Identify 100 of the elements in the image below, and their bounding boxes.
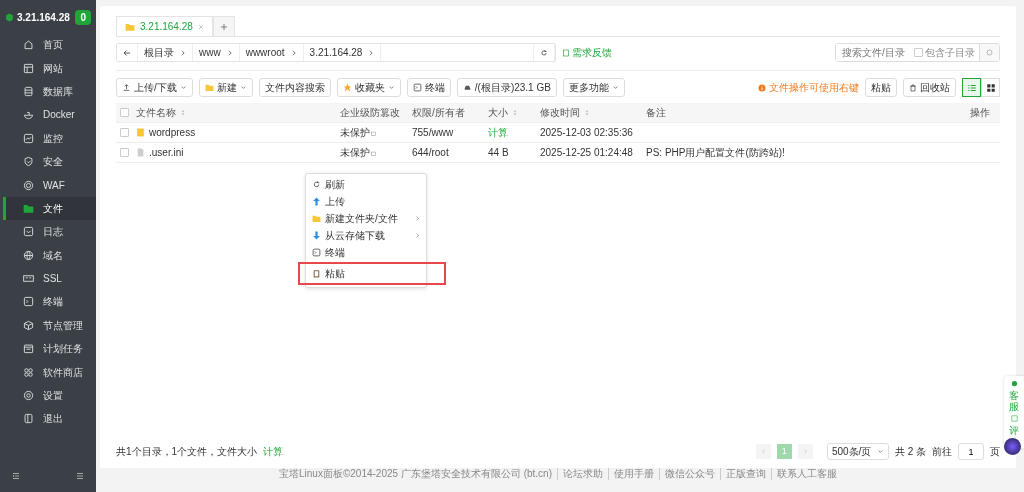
sidebar-item[interactable]: 节点管理 <box>3 313 96 338</box>
menu-item[interactable]: 新建文件夹/文件 <box>306 210 426 227</box>
toolbar-button[interactable]: 粘贴 <box>865 78 897 97</box>
protect-status[interactable]: 未保护 <box>340 125 370 140</box>
row-checkbox[interactable] <box>119 148 129 157</box>
row-checkbox[interactable] <box>119 128 129 137</box>
sidebar-item[interactable]: SSL <box>3 266 96 291</box>
sidebar-item[interactable]: 计划任务 <box>3 337 96 361</box>
caret-icon <box>239 84 247 91</box>
chevron-icon <box>180 49 186 56</box>
toolbar-button[interactable]: /(根目录)23.1 GB <box>456 78 557 97</box>
firewall-icon <box>23 179 34 191</box>
sidebar-item[interactable]: 设置 <box>3 383 96 408</box>
column-header[interactable]: 权限/所有者 <box>412 105 465 120</box>
caret-icon <box>179 84 187 91</box>
sidebar-item[interactable]: Docker <box>3 103 96 127</box>
toolbar-button[interactable]: 文件内容搜索 <box>258 78 331 97</box>
globe-icon <box>23 249 34 261</box>
permission-cell[interactable]: 644/root <box>412 147 449 158</box>
search-field[interactable]: 搜索文件/目录 包含子目录 <box>835 43 1000 62</box>
settings-icon <box>23 390 34 402</box>
column-header[interactable]: 文件名称 <box>136 105 186 120</box>
modified-time: 2025-12-03 02:35:36 <box>540 127 633 138</box>
modified-time: 2025-12-25 01:24:48 <box>540 147 633 158</box>
apps-icon <box>23 366 34 378</box>
shield-icon <box>23 156 34 168</box>
up-arrow-icon <box>312 197 321 206</box>
breadcrumb-link[interactable]: www <box>199 45 221 60</box>
page-size-select[interactable]: 500条/页 <box>826 443 889 460</box>
menu-item[interactable]: 终端 <box>306 244 426 261</box>
select-all-checkbox[interactable] <box>119 108 129 117</box>
list-view-icon <box>966 82 977 93</box>
chevron-right-icon <box>415 233 420 238</box>
file-name[interactable]: .user.ini <box>149 145 184 160</box>
sort-icon <box>180 109 186 116</box>
sidebar-item[interactable]: 数据库 <box>3 79 96 104</box>
column-header[interactable]: 备注 <box>646 105 666 120</box>
sidebar-item[interactable]: 软件商店 <box>3 360 96 384</box>
browser-window-icon <box>23 62 34 74</box>
sidebar-item[interactable]: 退出 <box>3 407 96 431</box>
info-icon <box>758 83 766 92</box>
breadcrumb-link[interactable]: wwwroot <box>245 45 285 60</box>
sidebar-item[interactable]: 网站 <box>3 56 96 80</box>
toolbar-button[interactable]: 终端 <box>406 78 451 97</box>
toolbar-button[interactable]: 更多功能 <box>562 78 625 97</box>
file-icon <box>136 147 145 158</box>
toolbar-button[interactable]: 回收站 <box>903 78 956 97</box>
toolbar-button[interactable]: 新建 <box>198 78 253 97</box>
column-header[interactable]: 企业级防篡改 <box>340 105 400 120</box>
file-name[interactable]: wordpress <box>149 125 196 140</box>
certificate-icon <box>23 273 34 285</box>
database-icon <box>23 85 34 97</box>
chevron-right-icon <box>415 216 420 221</box>
sidebar-item[interactable]: 文件 <box>3 196 96 221</box>
path-bar[interactable]: 根目录 www wwwroot 3.21.164.28 <box>116 43 556 62</box>
sidebar-item[interactable]: WAF <box>3 173 96 197</box>
add-tab-button[interactable] <box>212 16 235 36</box>
chevron-right-icon <box>802 449 808 454</box>
page-input[interactable]: 1 <box>958 443 984 460</box>
menu-item[interactable]: 刷新 <box>306 176 426 193</box>
sidebar-item[interactable]: 域名 <box>3 243 96 267</box>
sidebar-item[interactable]: 首页 <box>3 33 96 57</box>
summary-text: 共1个目录，1个文件，文件大小 <box>116 445 258 459</box>
caret-icon <box>611 84 619 91</box>
back-arrow-icon <box>123 48 131 57</box>
breadcrumb-link[interactable]: 根目录 <box>144 45 174 60</box>
caret-icon <box>387 84 395 91</box>
prev-page-button[interactable] <box>755 444 771 459</box>
folder-icon <box>312 214 321 223</box>
menu-item[interactable]: 从云存储下载 <box>306 227 426 244</box>
next-page-button[interactable] <box>797 444 813 459</box>
terminal-icon <box>312 248 321 257</box>
lock-icon <box>370 149 377 156</box>
toolbar-button[interactable]: 收藏夹 <box>336 78 401 97</box>
permission-cell[interactable]: 755/www <box>412 127 454 138</box>
menu-item[interactable]: 粘贴 <box>298 262 446 285</box>
cube-logo-icon <box>5 12 14 23</box>
menu-icon <box>76 472 84 480</box>
trash-icon <box>909 83 917 92</box>
toolbar-button[interactable]: 上传/下载 <box>116 78 193 97</box>
sidebar-item[interactable]: 监控 <box>3 126 96 150</box>
sidebar-item[interactable]: 日志 <box>3 220 96 244</box>
menu-item[interactable]: 上传 <box>306 193 426 210</box>
breadcrumb-link[interactable]: 3.21.164.28 <box>309 45 363 60</box>
view-toggle[interactable] <box>962 78 981 97</box>
column-header[interactable]: 操作 <box>970 105 990 120</box>
column-header[interactable]: 大小 <box>488 105 518 120</box>
upload-icon <box>122 83 131 92</box>
sidebar-item[interactable]: 终端 <box>3 290 96 314</box>
sort-icon <box>584 109 590 116</box>
note-icon <box>562 48 570 57</box>
refresh-icon <box>540 48 548 57</box>
protect-status[interactable]: 未保护 <box>340 145 370 160</box>
total-text: 共 2 条 <box>894 445 926 459</box>
sort-icon <box>512 109 518 116</box>
search-button[interactable] <box>979 44 999 61</box>
sidebar-item[interactable]: 安全 <box>3 149 96 174</box>
whale-icon <box>23 109 34 121</box>
subdir-checkbox[interactable]: 包含子目录 <box>914 45 975 60</box>
column-header[interactable]: 修改时间 <box>540 105 590 120</box>
